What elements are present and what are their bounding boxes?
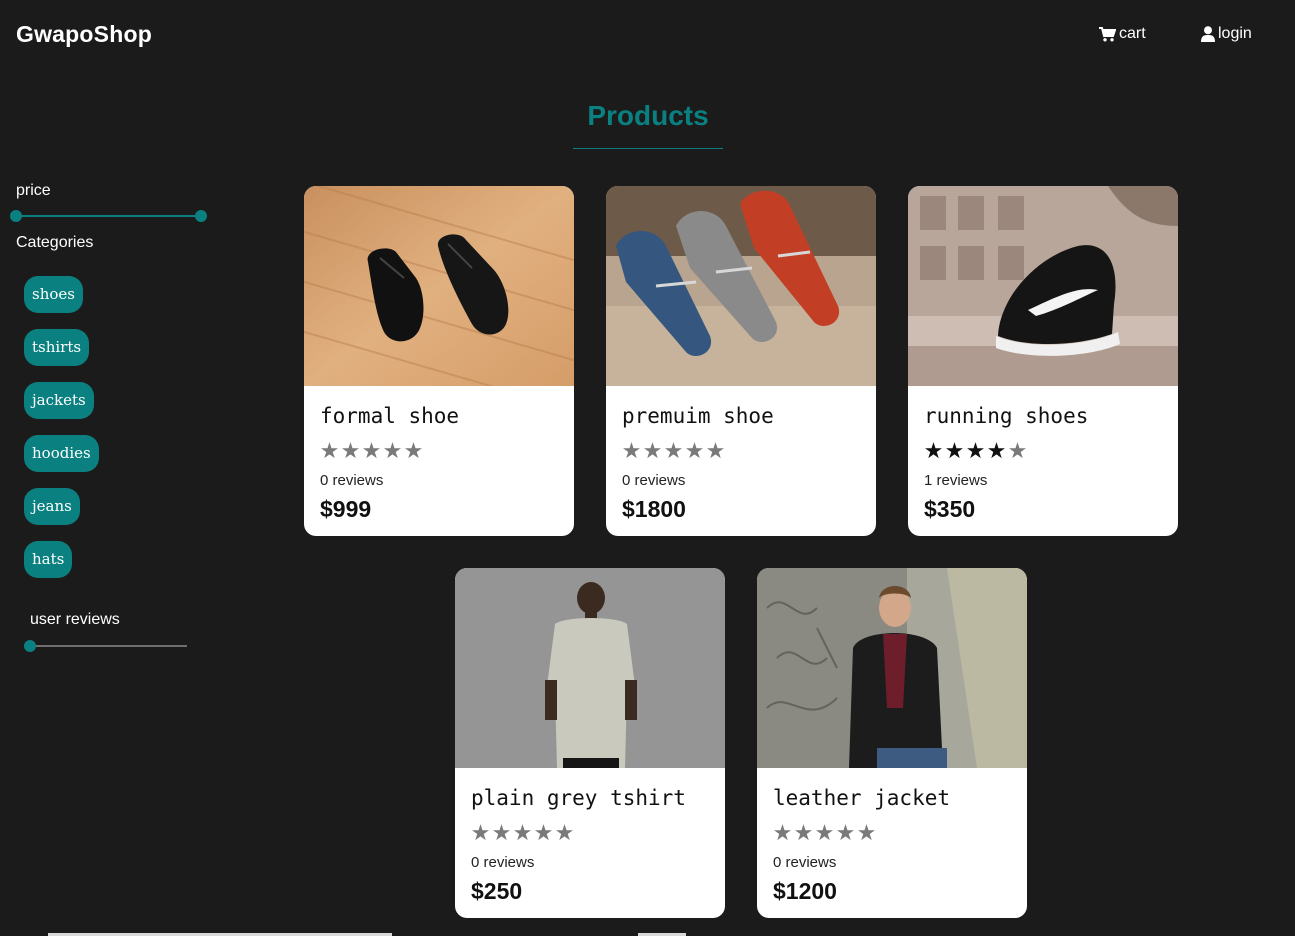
star-icon: ★ — [814, 821, 835, 846]
category-list: shoes tshirts jackets hoodies jeans hats — [24, 276, 99, 594]
category-hats[interactable]: hats — [24, 541, 73, 578]
star-icon: ★ — [663, 439, 684, 464]
product-card[interactable]: leather jacket ★ ★ ★ ★ ★ 0 reviews $1200 — [757, 568, 1027, 918]
product-name[interactable]: premuim shoe — [622, 404, 774, 428]
product-name[interactable]: running shoes — [924, 404, 1088, 428]
login-label: login — [1218, 25, 1252, 42]
star-icon: ★ — [470, 821, 491, 846]
product-rating: ★ ★ ★ ★ ★ — [621, 439, 726, 465]
category-shoes[interactable]: shoes — [24, 276, 83, 313]
product-review-count: 1 reviews — [924, 472, 988, 489]
product-review-count: 0 reviews — [622, 472, 686, 489]
product-name[interactable]: formal shoe — [320, 404, 459, 428]
product-image-formal-shoe[interactable] — [304, 186, 574, 386]
product-card[interactable]: plain grey tshirt ★ ★ ★ ★ ★ 0 reviews $2… — [455, 568, 725, 918]
price-slider-min-handle[interactable] — [10, 210, 22, 222]
star-icon: ★ — [403, 439, 424, 464]
star-icon: ★ — [923, 439, 944, 464]
star-icon: ★ — [512, 821, 533, 846]
star-icon: ★ — [1007, 439, 1028, 464]
star-icon: ★ — [684, 439, 705, 464]
category-hoodies[interactable]: hoodies — [24, 435, 99, 472]
star-icon: ★ — [856, 821, 877, 846]
category-jackets[interactable]: jackets — [24, 382, 94, 419]
brand-logo[interactable]: GwapoShop — [16, 21, 152, 48]
star-icon: ★ — [944, 439, 965, 464]
star-icon: ★ — [382, 439, 403, 464]
product-review-count: 0 reviews — [320, 472, 384, 489]
star-icon: ★ — [361, 439, 382, 464]
reviews-slider-handle[interactable] — [24, 640, 36, 652]
product-name[interactable]: plain grey tshirt — [471, 786, 686, 810]
login-link[interactable]: login — [1201, 25, 1252, 43]
product-card[interactable]: formal shoe ★ ★ ★ ★ ★ 0 reviews $999 — [304, 186, 574, 536]
reviews-slider-track[interactable] — [30, 645, 187, 647]
product-image-plain-grey-tshirt[interactable] — [455, 568, 725, 768]
product-price: $1800 — [622, 496, 686, 522]
price-slider-max-handle[interactable] — [195, 210, 207, 222]
star-icon: ★ — [772, 821, 793, 846]
product-price: $999 — [320, 496, 372, 522]
price-filter-label: price — [16, 182, 51, 199]
cart-icon — [1099, 26, 1116, 42]
category-jeans[interactable]: jeans — [24, 488, 80, 525]
star-icon: ★ — [491, 821, 512, 846]
star-icon: ★ — [793, 821, 814, 846]
product-image-leather-jacket[interactable] — [757, 568, 1027, 768]
user-icon — [1201, 26, 1215, 42]
star-icon: ★ — [986, 439, 1007, 464]
category-tshirts[interactable]: tshirts — [24, 329, 90, 366]
header: GwapoShop cart login — [0, 0, 1295, 72]
price-slider-track[interactable] — [16, 215, 201, 217]
product-image-running-shoes[interactable] — [908, 186, 1178, 386]
star-icon: ★ — [835, 821, 856, 846]
star-icon: ★ — [533, 821, 554, 846]
star-icon: ★ — [340, 439, 361, 464]
product-name[interactable]: leather jacket — [773, 786, 950, 810]
title-underline — [573, 148, 723, 149]
star-icon: ★ — [642, 439, 663, 464]
star-icon: ★ — [705, 439, 726, 464]
product-price: $250 — [471, 878, 523, 904]
product-card[interactable]: premuim shoe ★ ★ ★ ★ ★ 0 reviews $1800 — [606, 186, 876, 536]
product-rating: ★ ★ ★ ★ ★ — [772, 821, 877, 847]
product-review-count: 0 reviews — [773, 854, 837, 871]
star-icon: ★ — [621, 439, 642, 464]
product-rating: ★ ★ ★ ★ ★ — [470, 821, 575, 847]
categories-label: Categories — [16, 234, 94, 251]
star-icon: ★ — [554, 821, 575, 846]
product-card[interactable]: running shoes ★ ★ ★ ★ ★ 1 reviews $350 — [908, 186, 1178, 536]
product-rating: ★ ★ ★ ★ ★ — [923, 439, 1028, 465]
product-rating: ★ ★ ★ ★ ★ — [319, 439, 424, 465]
cart-link[interactable]: cart — [1099, 25, 1146, 43]
star-icon: ★ — [965, 439, 986, 464]
product-image-premium-shoe[interactable] — [606, 186, 876, 386]
star-icon: ★ — [319, 439, 340, 464]
page-title: Products — [587, 100, 709, 131]
cart-label: cart — [1119, 25, 1146, 42]
product-price: $1200 — [773, 878, 837, 904]
product-price: $350 — [924, 496, 976, 522]
user-reviews-label: user reviews — [30, 611, 120, 628]
product-review-count: 0 reviews — [471, 854, 535, 871]
